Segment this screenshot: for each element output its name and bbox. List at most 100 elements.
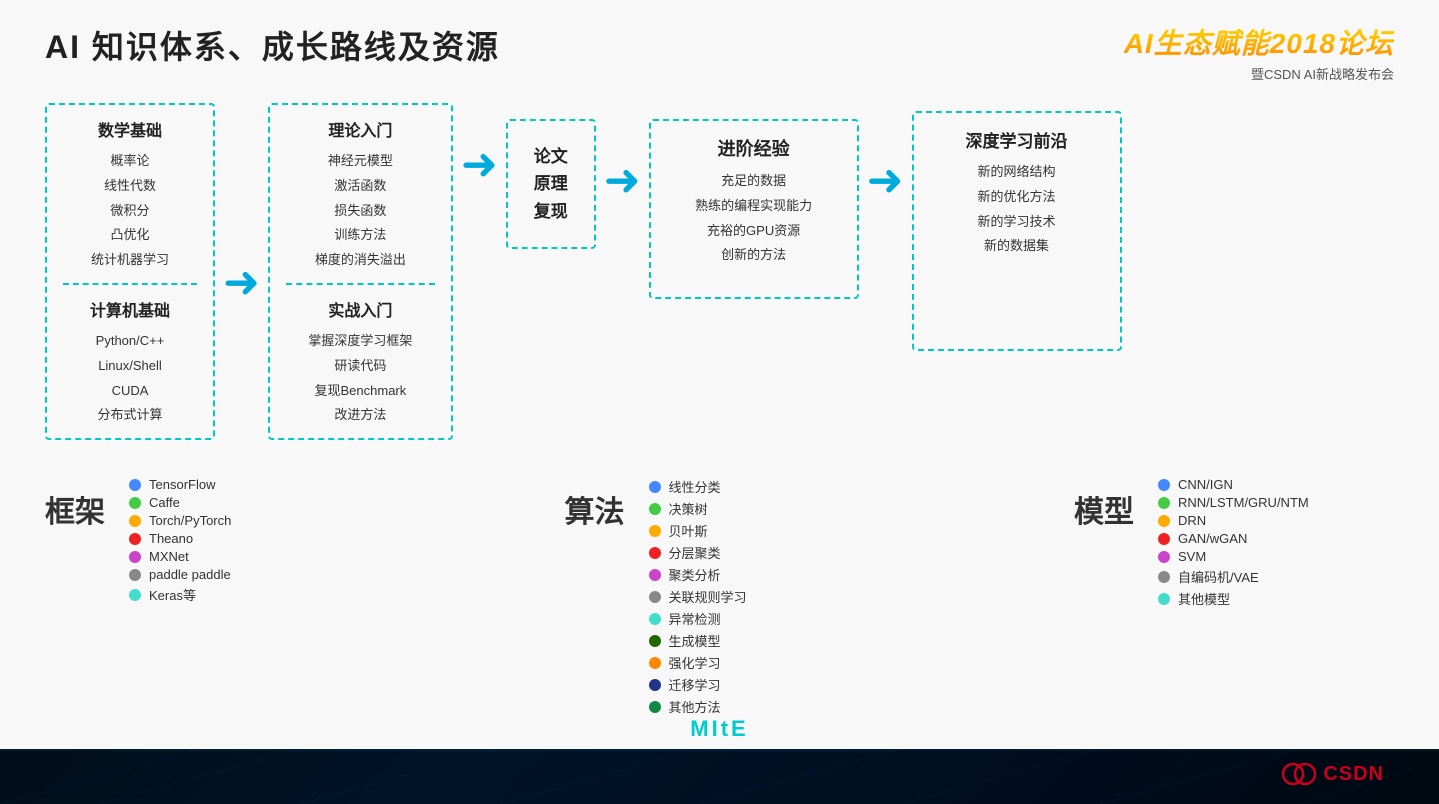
algo-label-6: 异常检测 bbox=[669, 609, 721, 628]
model-dot-0 bbox=[1158, 479, 1170, 491]
math-item-5: 统计机器学习 bbox=[63, 250, 197, 271]
math-title: 数学基础 bbox=[63, 117, 197, 141]
model-dot-3 bbox=[1158, 533, 1170, 545]
fw-label-1: Caffe bbox=[149, 495, 180, 510]
model-item-4: SVM bbox=[1158, 549, 1309, 564]
algo-label-8: 强化学习 bbox=[669, 653, 721, 672]
advanced-title: 进阶经验 bbox=[669, 135, 839, 161]
fw-item-6: Keras等 bbox=[129, 585, 231, 604]
cs-title: 计算机基础 bbox=[63, 297, 197, 321]
algo-dot-0 bbox=[649, 481, 661, 493]
mite-label: MItE bbox=[690, 716, 748, 742]
cs-item-1: Python/C++ bbox=[63, 331, 197, 352]
fw-dot-1 bbox=[129, 497, 141, 509]
algo-dot-5 bbox=[649, 591, 661, 603]
algo-dot-10 bbox=[649, 701, 661, 713]
model-legend: CNN/IGN RNN/LSTM/GRU/NTM DRN GAN/wGAN bbox=[1158, 477, 1309, 608]
header: AI 知识体系、成长路线及资源 AI生态赋能2018论坛 暨CSDN AI新战略… bbox=[45, 22, 1394, 83]
math-item-4: 凸优化 bbox=[63, 225, 197, 246]
practice-title: 实战入门 bbox=[286, 297, 435, 321]
box-theory-practice: 理论入门 神经元模型 激活函数 损失函数 训练方法 梯度的消失溢出 实战入门 掌… bbox=[268, 103, 453, 440]
advanced-item-1: 充足的数据 bbox=[669, 171, 839, 192]
model-item-1: RNN/LSTM/GRU/NTM bbox=[1158, 495, 1309, 510]
practice-item-3: 复现Benchmark bbox=[286, 381, 435, 402]
algo-item-6: 异常检测 bbox=[649, 609, 747, 628]
fw-label-5: paddle paddle bbox=[149, 567, 231, 582]
model-item-5: 自编码机/VAE bbox=[1158, 567, 1309, 586]
advanced-item-3: 充裕的GPU资源 bbox=[669, 221, 839, 242]
algo-label-7: 生成模型 bbox=[669, 631, 721, 650]
model-item-3: GAN/wGAN bbox=[1158, 531, 1309, 546]
logo-title: AI生态赋能2018论坛 bbox=[1124, 22, 1394, 62]
frontier-item-3: 新的学习技术 bbox=[932, 212, 1102, 233]
algo-item-0: 线性分类 bbox=[649, 477, 747, 496]
model-dot-4 bbox=[1158, 551, 1170, 563]
algo-label-10: 其他方法 bbox=[669, 697, 721, 716]
algorithm-legend: 线性分类 决策树 贝叶斯 分层聚类 bbox=[649, 477, 747, 716]
cs-item-3: CUDA bbox=[63, 381, 197, 402]
paper-text: 论文 原理 复现 bbox=[534, 143, 568, 225]
cs-item-4: 分布式计算 bbox=[63, 405, 197, 426]
algo-item-5: 关联规则学习 bbox=[649, 587, 747, 606]
algo-label-2: 贝叶斯 bbox=[669, 521, 708, 540]
algorithm-label: 算法 bbox=[565, 487, 625, 531]
advanced-item-2: 熟练的编程实现能力 bbox=[669, 196, 839, 217]
algo-label-0: 线性分类 bbox=[669, 477, 721, 496]
algo-label-5: 关联规则学习 bbox=[669, 587, 747, 606]
theory-item-1: 神经元模型 bbox=[286, 151, 435, 172]
fw-item-5: paddle paddle bbox=[129, 567, 231, 582]
algo-dot-1 bbox=[649, 503, 661, 515]
practice-item-2: 研读代码 bbox=[286, 356, 435, 377]
algo-dot-9 bbox=[649, 679, 661, 691]
algo-item-8: 强化学习 bbox=[649, 653, 747, 672]
frontier-item-1: 新的网络结构 bbox=[932, 162, 1102, 183]
theory-item-4: 训练方法 bbox=[286, 225, 435, 246]
practice-item-4: 改进方法 bbox=[286, 405, 435, 426]
model-label-2: DRN bbox=[1178, 513, 1206, 528]
algo-dot-4 bbox=[649, 569, 661, 581]
logo-subtitle: 暨CSDN AI新战略发布会 bbox=[1251, 64, 1394, 83]
algorithm-section: 算法 线性分类 决策树 贝叶斯 bbox=[565, 477, 875, 716]
algo-dot-3 bbox=[649, 547, 661, 559]
model-label-3: GAN/wGAN bbox=[1178, 531, 1247, 546]
content-area: AI 知识体系、成长路线及资源 AI生态赋能2018论坛 暨CSDN AI新战略… bbox=[0, 0, 1439, 750]
fw-label-2: Torch/PyTorch bbox=[149, 513, 231, 528]
math-item-3: 微积分 bbox=[63, 201, 197, 222]
fw-dot-5 bbox=[129, 569, 141, 581]
algo-dot-6 bbox=[649, 613, 661, 625]
fw-dot-2 bbox=[129, 515, 141, 527]
model-label-6: 其他模型 bbox=[1178, 589, 1230, 608]
csdn-text: CSDN bbox=[1323, 763, 1384, 786]
theory-item-5: 梯度的消失溢出 bbox=[286, 250, 435, 271]
model-item-6: 其他模型 bbox=[1158, 589, 1309, 608]
model-label-1: RNN/LSTM/GRU/NTM bbox=[1178, 495, 1309, 510]
model-label: 模型 bbox=[1074, 487, 1134, 531]
theory-item-3: 损失函数 bbox=[286, 201, 435, 222]
box-advanced: 进阶经验 充足的数据 熟练的编程实现能力 充裕的GPU资源 创新的方法 bbox=[649, 119, 859, 299]
algo-dot-2 bbox=[649, 525, 661, 537]
legend-row: 框架 TensorFlow Caffe Torch/PyTorch bbox=[45, 477, 1394, 716]
model-label-0: CNN/IGN bbox=[1178, 477, 1233, 492]
theory-title: 理论入门 bbox=[286, 117, 435, 141]
model-item-2: DRN bbox=[1158, 513, 1309, 528]
box-frontier: 深度学习前沿 新的网络结构 新的优化方法 新的学习技术 新的数据集 bbox=[912, 111, 1122, 351]
algo-label-4: 聚类分析 bbox=[669, 565, 721, 584]
fw-label-3: Theano bbox=[149, 531, 193, 546]
page-container: AI 知识体系、成长路线及资源 AI生态赋能2018论坛 暨CSDN AI新战略… bbox=[0, 0, 1439, 804]
framework-legend: TensorFlow Caffe Torch/PyTorch Theano bbox=[129, 477, 231, 604]
algo-item-1: 决策树 bbox=[649, 499, 747, 518]
algo-dot-8 bbox=[649, 657, 661, 669]
algo-item-3: 分层聚类 bbox=[649, 543, 747, 562]
fw-item-2: Torch/PyTorch bbox=[129, 513, 231, 528]
model-dot-5 bbox=[1158, 571, 1170, 583]
fw-item-4: MXNet bbox=[129, 549, 231, 564]
fw-item-0: TensorFlow bbox=[129, 477, 231, 492]
box-math-cs: 数学基础 概率论 线性代数 微积分 凸优化 统计机器学习 计算机基础 Pytho… bbox=[45, 103, 215, 440]
fw-label-0: TensorFlow bbox=[149, 477, 215, 492]
fw-item-3: Theano bbox=[129, 531, 231, 546]
arrow1: ➜ bbox=[223, 103, 260, 463]
flow-row: 数学基础 概率论 线性代数 微积分 凸优化 统计机器学习 计算机基础 Pytho… bbox=[45, 103, 1394, 463]
math-item-1: 概率论 bbox=[63, 151, 197, 172]
model-item-0: CNN/IGN bbox=[1158, 477, 1309, 492]
fw-item-1: Caffe bbox=[129, 495, 231, 510]
